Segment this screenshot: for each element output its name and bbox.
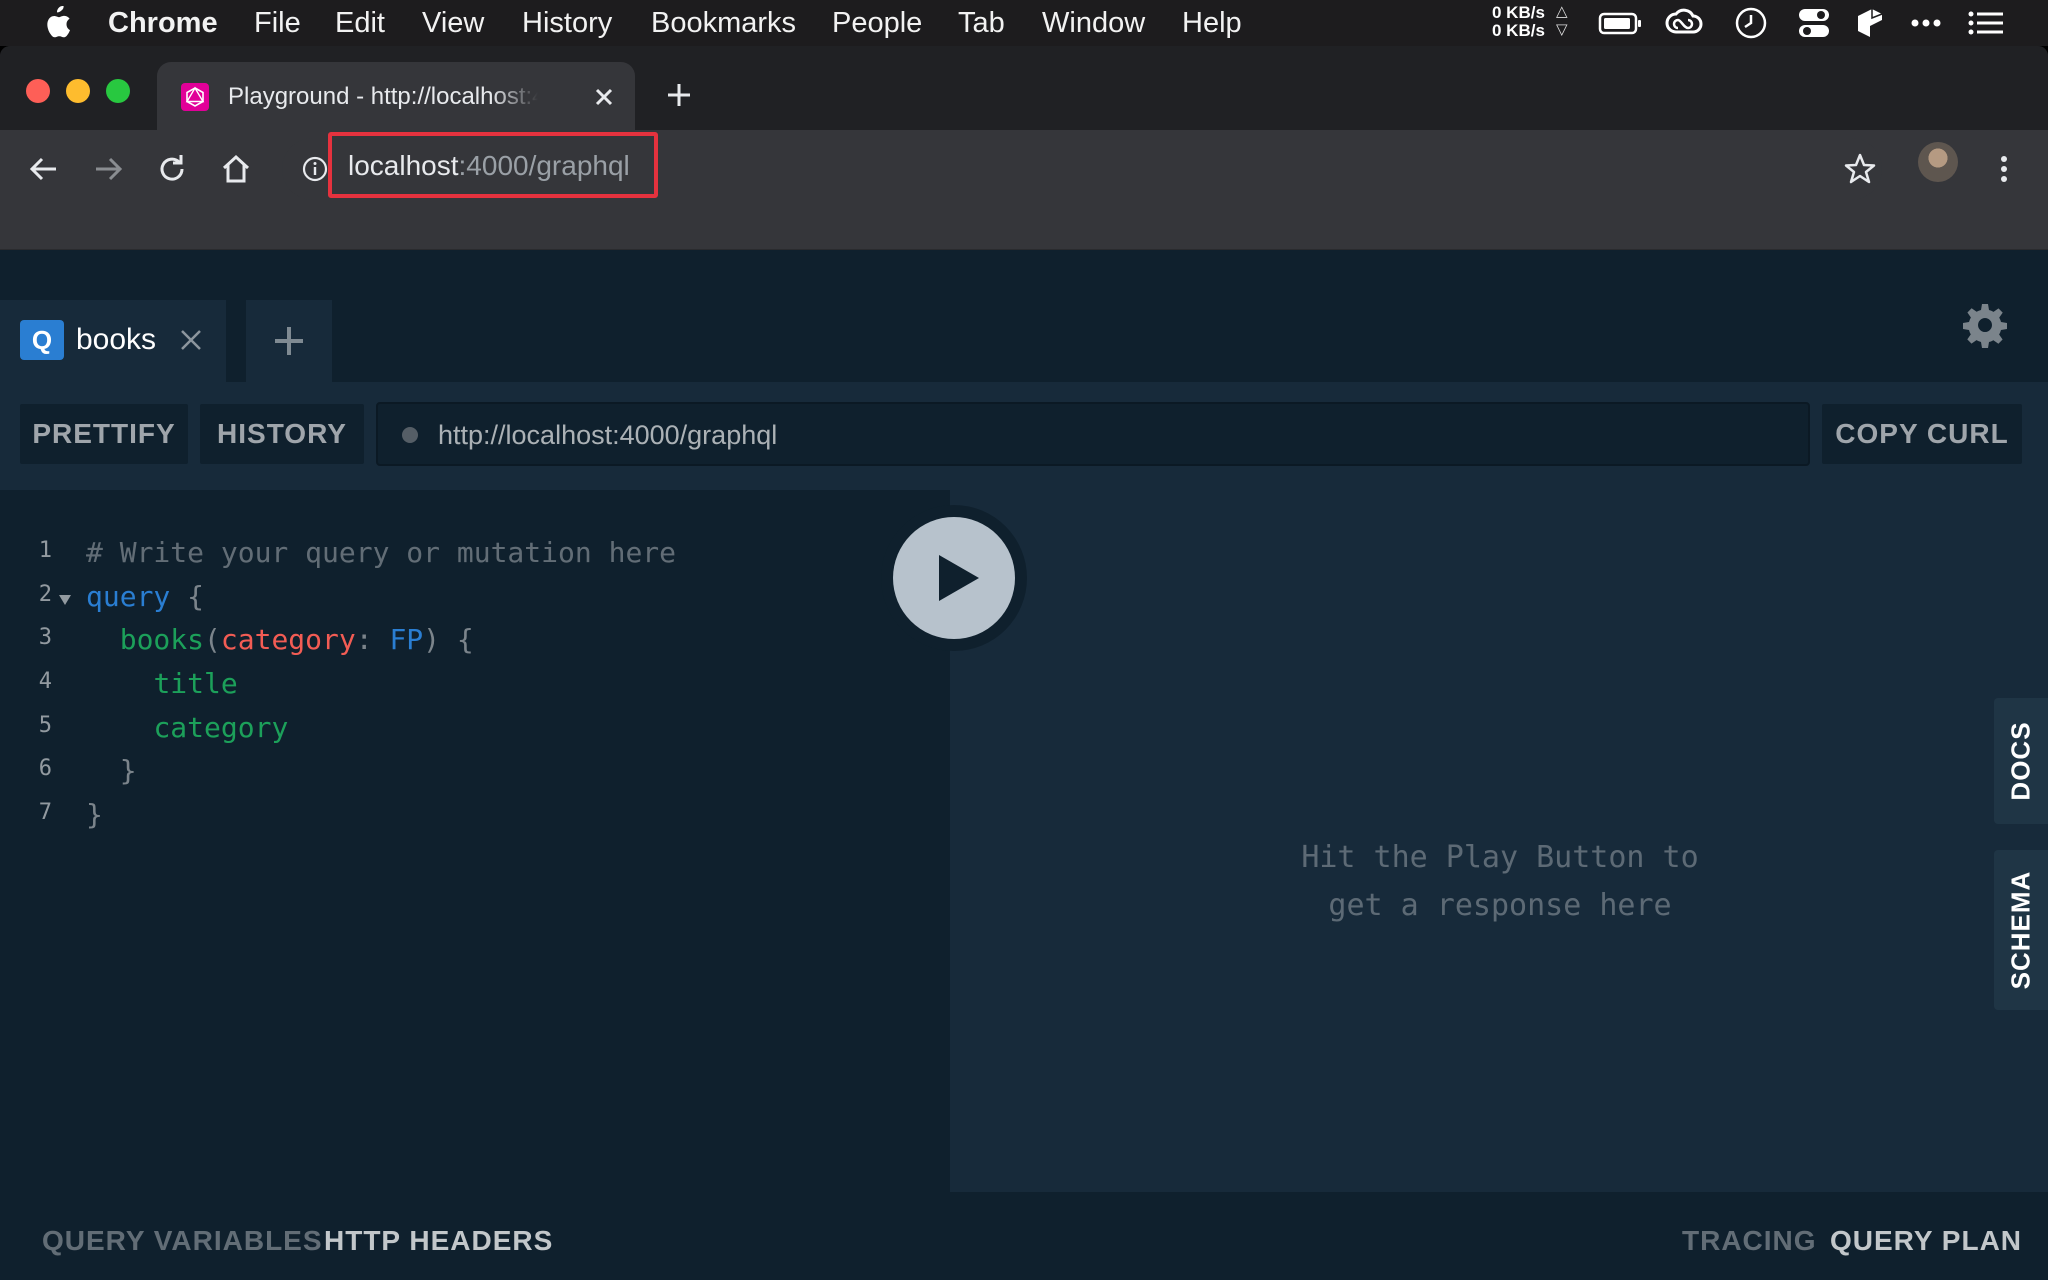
docs-side-tab[interactable]: DOCS — [1994, 698, 2048, 824]
code-punctuation: ( — [204, 623, 221, 656]
macos-menu-bar: Chrome File Edit View History Bookmarks … — [0, 0, 2048, 46]
close-icon[interactable] — [589, 82, 619, 112]
home-icon[interactable] — [218, 151, 254, 187]
battery-icon[interactable] — [1598, 6, 1644, 40]
code-line-5: category — [86, 711, 288, 745]
connection-status-dot — [402, 427, 418, 443]
bookmarks-bar — [0, 208, 2048, 250]
star-icon[interactable] — [1842, 151, 1878, 187]
code-line-7: } — [86, 798, 103, 832]
code-line-1: # Write your query or mutation here — [86, 536, 676, 570]
code-punctuation: } — [119, 754, 137, 787]
code-line-3: books(category: FP) { — [86, 623, 474, 657]
code-line-4: title — [86, 667, 238, 701]
line-number: 2 — [38, 582, 52, 607]
menu-bookmarks[interactable]: Bookmarks — [651, 0, 796, 46]
code-punctuation: ) — [423, 623, 441, 656]
minimize-window-button[interactable] — [66, 79, 90, 103]
fold-arrow-icon[interactable] — [58, 594, 72, 606]
code-punctuation: } — [86, 798, 103, 831]
endpoint-url-input[interactable]: http://localhost:4000/graphql — [376, 402, 1810, 466]
network-stats[interactable]: 0 KB/s 0 KB/s — [1492, 4, 1545, 40]
line-number: 4 — [38, 669, 52, 694]
notification-center-icon[interactable] — [1966, 6, 2006, 40]
net-arrows-icon: △ ▽ — [1556, 3, 1568, 38]
menu-people[interactable]: People — [832, 0, 922, 46]
back-arrow-icon[interactable] — [26, 151, 62, 187]
line-number: 6 — [38, 756, 52, 781]
prettify-button[interactable]: PRETTIFY — [20, 404, 188, 464]
code-argument: category — [220, 623, 356, 656]
line-number: 5 — [38, 713, 52, 738]
tab-strip: Playground - http://localhost:4000/graph… — [0, 46, 2048, 130]
forward-arrow-icon[interactable] — [90, 151, 126, 187]
more-dots-icon[interactable] — [1908, 6, 1944, 40]
profile-avatar[interactable] — [1918, 142, 1958, 182]
close-window-button[interactable] — [26, 79, 50, 103]
code-field: title — [153, 667, 238, 700]
menu-view[interactable]: View — [422, 0, 484, 46]
bitbar-icon[interactable] — [1852, 6, 1886, 40]
code-line-2: query { — [86, 580, 204, 614]
plus-icon — [275, 327, 303, 355]
browser-tab-title: Playground - http://localhost:4000/graph… — [228, 83, 538, 110]
result-placeholder: Hit the Play Button to get a response he… — [1230, 834, 1770, 930]
menu-file[interactable]: File — [254, 0, 301, 46]
code-punctuation: { — [456, 623, 474, 656]
code-enum-value: FP — [389, 623, 424, 656]
add-tab-button[interactable] — [246, 300, 332, 382]
creative-cloud-icon[interactable] — [1664, 6, 1704, 40]
schema-side-tab[interactable]: SCHEMA — [1994, 850, 2048, 1010]
query-variables-tab[interactable]: QUERY VARIABLES — [42, 1222, 323, 1260]
result-placeholder-line: Hit the Play Button to — [1301, 840, 1699, 875]
graphql-favicon — [181, 83, 209, 111]
maximize-window-button[interactable] — [106, 79, 130, 103]
query-badge: Q — [20, 320, 64, 360]
line-number: 7 — [38, 800, 52, 825]
line-number: 3 — [38, 625, 52, 650]
docs-label: DOCS — [2005, 721, 2036, 801]
http-headers-tab[interactable]: HTTP HEADERS — [324, 1222, 553, 1260]
url-highlight-box — [328, 132, 658, 198]
menu-tab[interactable]: Tab — [958, 0, 1005, 46]
net-down-text: 0 KB/s — [1492, 21, 1545, 40]
play-icon — [939, 555, 979, 601]
settings-gear-icon[interactable] — [1962, 302, 2008, 348]
code-line-6: } — [86, 754, 137, 788]
new-tab-plus-icon[interactable] — [664, 80, 694, 110]
apple-icon[interactable] — [40, 6, 72, 40]
code-comment: # Write your query or mutation here — [86, 536, 677, 569]
play-button[interactable] — [893, 517, 1015, 639]
info-icon[interactable] — [302, 156, 328, 182]
code-punctuation: : — [355, 623, 373, 656]
menu-edit[interactable]: Edit — [335, 0, 385, 46]
reload-icon[interactable] — [154, 151, 190, 187]
history-button[interactable]: HISTORY — [200, 404, 364, 464]
tab-name: books — [76, 323, 157, 356]
schema-label: SCHEMA — [2005, 870, 2036, 990]
clock-icon[interactable] — [1733, 6, 1769, 40]
tracing-tab[interactable]: TRACING — [1682, 1222, 1817, 1260]
copy-curl-button[interactable]: COPY CURL — [1822, 404, 2022, 464]
close-icon[interactable] — [178, 327, 204, 353]
result-placeholder-line: get a response here — [1328, 888, 1672, 923]
code-punctuation: { — [187, 580, 205, 613]
tab-books[interactable]: Q books — [0, 300, 226, 382]
menu-window[interactable]: Window — [1042, 0, 1145, 46]
toggles-icon[interactable] — [1796, 6, 1832, 40]
net-up-text: 0 KB/s — [1492, 3, 1545, 22]
kebab-menu-icon[interactable] — [1986, 151, 2022, 187]
code-field: category — [153, 711, 289, 744]
menu-chrome[interactable]: Chrome — [108, 0, 218, 46]
browser-toolbar — [0, 130, 2048, 208]
code-keyword: query — [86, 580, 171, 613]
line-number: 1 — [38, 538, 52, 563]
menu-history[interactable]: History — [522, 0, 612, 46]
endpoint-url-text: http://localhost:4000/graphql — [438, 420, 778, 450]
code-field: books — [119, 623, 205, 656]
menu-help[interactable]: Help — [1182, 0, 1242, 46]
browser-tab-playground[interactable]: Playground - http://localhost:4000/graph… — [157, 62, 635, 130]
query-plan-tab[interactable]: QUERY PLAN — [1830, 1222, 2022, 1260]
